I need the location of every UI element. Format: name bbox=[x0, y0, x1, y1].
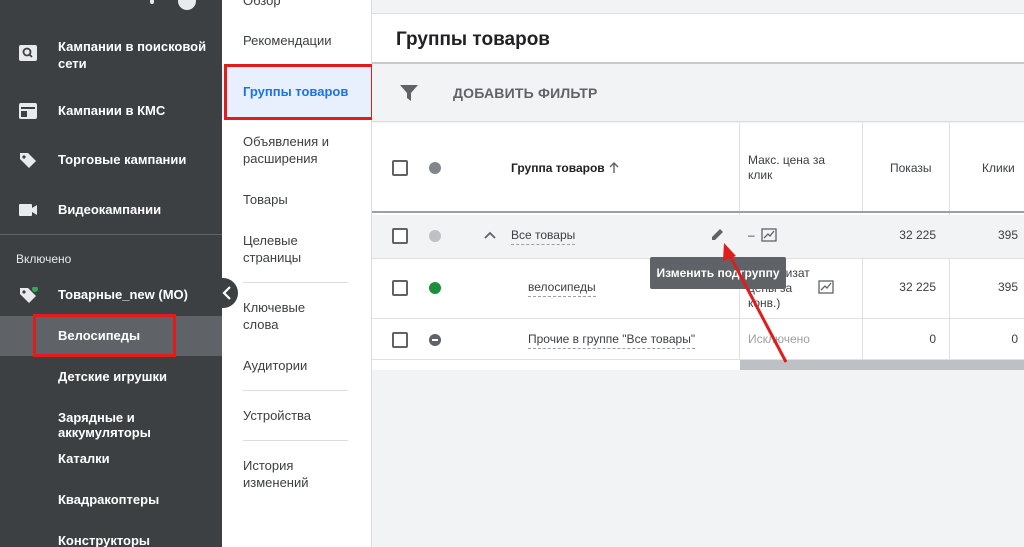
table-row[interactable]: Все товары – 32 225 395 bbox=[372, 215, 1024, 259]
sidebar-item-label: Кампании в КМС bbox=[58, 103, 166, 118]
excluded-icon bbox=[429, 334, 441, 346]
sidebar-subitem-label: Каталки bbox=[58, 451, 110, 466]
top-icons bbox=[150, 0, 196, 10]
nav-recommendations[interactable]: Рекомендации bbox=[222, 32, 372, 52]
column-header-impressions[interactable]: Показы bbox=[890, 161, 931, 176]
product-group-name[interactable]: велосипеды bbox=[528, 280, 596, 297]
nav-label: Товары bbox=[243, 192, 288, 207]
chart-icon[interactable] bbox=[761, 228, 777, 242]
nav-label: Целевые страницы bbox=[243, 233, 302, 265]
column-header-max-cpc[interactable]: Макс. цена за клик bbox=[748, 153, 848, 183]
product-group-name[interactable]: Прочие в группе "Все товары" bbox=[528, 332, 696, 349]
account-icon[interactable] bbox=[178, 0, 196, 10]
select-all-checkbox[interactable] bbox=[392, 160, 408, 176]
sidebar-subitem[interactable]: Зарядные и аккумуляторы bbox=[0, 398, 222, 440]
left-sidebar: Кампании в поисковой сети Кампании в КМС… bbox=[0, 0, 222, 547]
row-checkbox[interactable] bbox=[392, 280, 408, 296]
impressions-value: 0 bbox=[929, 332, 936, 346]
edit-pencil-icon[interactable] bbox=[710, 227, 725, 242]
search-campaign-icon bbox=[19, 45, 37, 61]
add-filter-button[interactable]: ДОБАВИТЬ ФИЛЬТР bbox=[453, 85, 598, 101]
status-column-icon bbox=[429, 162, 441, 174]
sidebar-subitem[interactable]: Каталки bbox=[0, 439, 222, 479]
sidebar-subitem[interactable]: Детские игрушки bbox=[0, 357, 222, 397]
nav-ads-extensions[interactable]: Объявления и расширения bbox=[222, 133, 372, 169]
sort-arrow-up-icon[interactable] bbox=[608, 162, 620, 174]
max-cpc-value: Исключено bbox=[748, 332, 810, 346]
nav-label: Обзор bbox=[243, 0, 281, 8]
annotation-highlight-box bbox=[33, 314, 176, 357]
nav-label: История изменений bbox=[243, 458, 309, 490]
impressions-value: 32 225 bbox=[899, 280, 936, 294]
top-strip bbox=[372, 0, 1024, 14]
sidebar-item-label: Видеокампании bbox=[58, 202, 162, 217]
nav-landing-pages[interactable]: Целевые страницы bbox=[222, 232, 372, 268]
sidebar-subitem-label: Зарядные и аккумуляторы bbox=[58, 410, 151, 440]
column-header-clicks[interactable]: Клики bbox=[982, 161, 1015, 176]
nav-overview[interactable]: Обзор bbox=[222, 0, 372, 12]
annotation-highlight-box bbox=[224, 64, 374, 120]
sidebar-subitem[interactable]: Конструкторы bbox=[0, 521, 222, 547]
nav-keywords[interactable]: Ключевые слова bbox=[222, 299, 372, 335]
edit-subgroup-tooltip: Изменить подгруппу bbox=[650, 257, 786, 289]
nav-divider bbox=[243, 440, 348, 441]
chart-icon[interactable] bbox=[818, 280, 834, 294]
filter-bar: ДОБАВИТЬ ФИЛЬТР bbox=[372, 64, 1024, 122]
product-groups-table: Группа товаров Макс. цена за клик Показы… bbox=[372, 123, 1024, 370]
shopping-tag-icon bbox=[20, 153, 36, 168]
nav-devices[interactable]: Устройства bbox=[222, 407, 372, 427]
status-indicator bbox=[429, 282, 441, 294]
sidebar-subitem-label: Конструкторы bbox=[58, 533, 151, 547]
chevron-up-icon[interactable] bbox=[483, 230, 497, 240]
shopping-tag-icon bbox=[20, 287, 38, 303]
chevron-left-icon bbox=[222, 286, 231, 300]
impressions-value: 32 225 bbox=[899, 228, 936, 242]
table-header: Группа товаров Макс. цена за клик Показы… bbox=[372, 123, 1024, 213]
sidebar-item-label: Кампании в поисковой сети bbox=[58, 39, 207, 71]
row-checkbox[interactable] bbox=[392, 332, 408, 348]
max-cpc-value: – bbox=[748, 228, 755, 242]
nav-label: Аудитории bbox=[243, 358, 308, 373]
row-checkbox[interactable] bbox=[392, 228, 408, 244]
table-row[interactable]: Прочие в группе "Все товары" Исключено 0… bbox=[372, 320, 1024, 360]
sidebar-item-shopping-campaigns[interactable]: Торговые кампании bbox=[0, 150, 222, 170]
video-camera-icon bbox=[19, 204, 37, 216]
sidebar-item-video-campaigns[interactable]: Видеокампании bbox=[0, 200, 222, 220]
sidebar-campaign-item[interactable]: Товарные_new (МО) bbox=[0, 285, 222, 305]
nav-products[interactable]: Товары bbox=[222, 191, 372, 211]
clicks-value: 0 bbox=[1011, 332, 1018, 346]
product-group-name[interactable]: Все товары bbox=[511, 228, 576, 245]
sidebar-subitem[interactable]: Квадракоптеры bbox=[0, 480, 222, 520]
clicks-value: 395 bbox=[997, 280, 1018, 294]
nav-divider bbox=[243, 390, 348, 391]
nav-label: Рекомендации bbox=[243, 33, 332, 48]
page-header: Группы товаров bbox=[372, 14, 1024, 64]
filter-icon[interactable] bbox=[400, 85, 418, 101]
status-indicator bbox=[429, 230, 441, 242]
sidebar-item-display-campaigns[interactable]: Кампании в КМС bbox=[0, 101, 222, 121]
page-title: Группы товаров bbox=[396, 29, 550, 50]
sidebar-item-label: Торговые кампании bbox=[58, 152, 187, 167]
display-campaign-icon bbox=[19, 103, 37, 119]
clicks-value: 395 bbox=[997, 228, 1018, 242]
sidebar-subitem-label: Квадракоптеры bbox=[58, 492, 160, 507]
sidebar-divider bbox=[0, 234, 222, 235]
sidebar-item-search-campaigns[interactable]: Кампании в поисковой сети bbox=[0, 36, 222, 71]
sidebar-subitem-label: Детские игрушки bbox=[58, 369, 167, 384]
column-header-group[interactable]: Группа товаров bbox=[511, 161, 605, 176]
nav-label: Устройства bbox=[243, 408, 312, 423]
nav-audiences[interactable]: Аудитории bbox=[222, 357, 372, 377]
nav-divider bbox=[243, 282, 348, 283]
nav-label: Объявления и расширения bbox=[243, 134, 330, 166]
nav-change-history[interactable]: История изменений bbox=[222, 457, 372, 493]
nav-label: Ключевые слова bbox=[243, 300, 306, 332]
sidebar-section-label: Включено bbox=[16, 252, 72, 266]
more-icon[interactable] bbox=[150, 0, 154, 4]
sidebar-campaign-label: Товарные_new (МО) bbox=[58, 287, 188, 302]
horizontal-scrollbar[interactable] bbox=[740, 360, 1024, 370]
